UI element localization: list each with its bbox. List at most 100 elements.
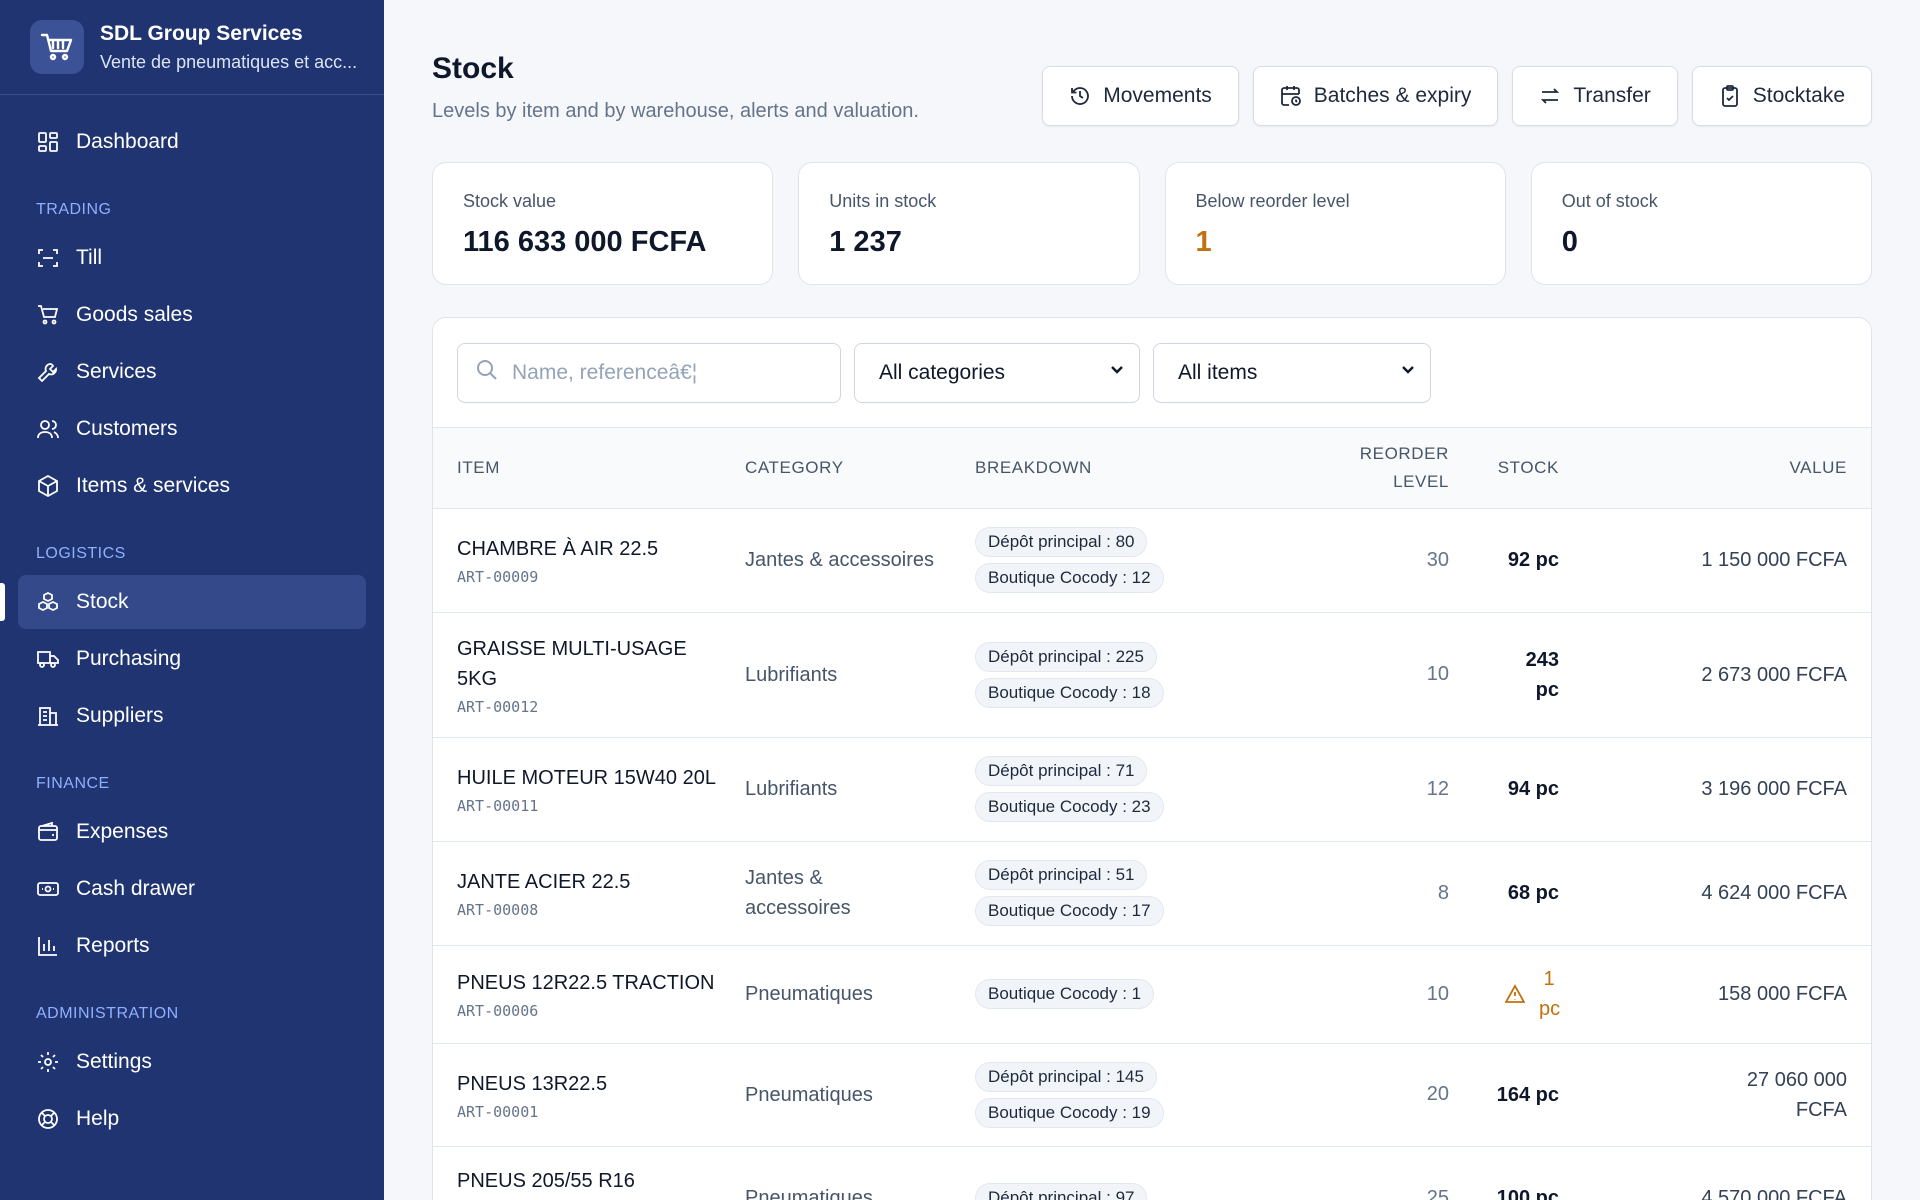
stat-value: 1 <box>1195 226 1212 258</box>
sidebar-item-label: Purchasing <box>76 647 182 670</box>
sidebar-item-dashboard[interactable]: Dashboard <box>18 115 366 169</box>
item-category: Jantes & accessoires <box>745 867 851 919</box>
sidebar-item-purchasing[interactable]: Purchasing <box>18 632 366 686</box>
warehouse-chip: Boutique Cocody : 12 <box>975 563 1164 593</box>
stock-value: 1 150 000 FCFA <box>1701 549 1847 571</box>
sidebar-item-reports[interactable]: Reports <box>18 919 366 973</box>
sidebar-item-till[interactable]: Till <box>18 231 366 285</box>
clipboard-check-icon <box>1719 85 1741 107</box>
batches-expiry-button[interactable]: Batches & expiry <box>1252 66 1499 126</box>
stock-value: 4 570 000 FCFA <box>1701 1187 1847 1200</box>
column-header-reorder-level[interactable]: REORDER LEVEL <box>1305 428 1449 508</box>
history-icon <box>1069 85 1091 107</box>
reorder-level: 25 <box>1426 1186 1449 1200</box>
section-finance: FINANCE <box>36 775 110 792</box>
brand[interactable]: SDL Group Services Vente de pneumatiques… <box>0 0 384 95</box>
item-name: CHAMBRE À AIR 22.5 <box>457 538 659 560</box>
search-input[interactable] <box>512 360 832 385</box>
sidebar-item-stock[interactable]: Stock <box>0 575 366 629</box>
sidebar-item-cash-drawer[interactable]: Cash drawer <box>18 862 366 916</box>
stat-value: 116 633 000 FCFA <box>463 226 707 258</box>
column-header-stock[interactable]: STOCK <box>1449 428 1559 508</box>
sidebar-item-label: Till <box>76 246 103 269</box>
table-row[interactable]: JANTE ACIER 22.5 ART-00008 Jantes & acces… <box>433 841 1871 945</box>
stock-quantity: 1 pc <box>1539 968 1561 1020</box>
sidebar-item-label: Items & services <box>76 474 231 497</box>
column-header-item[interactable]: ITEM <box>433 428 745 508</box>
sidebar-item-label: Stock <box>76 590 129 613</box>
search-box[interactable] <box>457 342 841 403</box>
sidebar-nav: Dashboard TRADING Till Goods sales Servi… <box>0 95 384 1146</box>
movements-button[interactable]: Movements <box>1042 66 1239 126</box>
sidebar-item-customers[interactable]: Customers <box>18 402 366 456</box>
truck-icon <box>36 647 60 671</box>
warehouse-chip: Boutique Cocody : 19 <box>975 1097 1164 1128</box>
brand-name: SDL Group Services <box>100 21 303 45</box>
category-select[interactable]: All categories <box>854 342 1140 403</box>
sidebar-item-label: Cash drawer <box>76 877 196 900</box>
stat-value: 0 <box>1561 226 1578 258</box>
lifebuoy-icon <box>36 1107 60 1131</box>
search-icon <box>476 359 498 386</box>
warehouse-chip: Boutique Cocody : 18 <box>975 677 1164 708</box>
batches-expiry-label: Batches & expiry <box>1313 84 1472 107</box>
stock-value: 158 000 FCFA <box>1718 983 1847 1005</box>
sidebar-item-help[interactable]: Help <box>18 1092 366 1146</box>
table-row[interactable]: PNEUS 13R22.5 ART-00001 Pneumatiques Dépô… <box>433 1043 1871 1146</box>
category-select-value: All categories <box>879 360 1006 384</box>
bar-chart-icon <box>36 934 60 958</box>
boxes-icon <box>36 590 60 614</box>
warning-icon <box>1505 984 1525 1004</box>
table-row[interactable]: PNEUS 205/55 R16 TOURISME Pneumatiques D… <box>433 1146 1871 1200</box>
warehouse-chip: Dépôt principal : 80 <box>975 527 1148 557</box>
sidebar-item-label: Reports <box>76 934 150 957</box>
item-category: Lubrifiants <box>745 663 838 686</box>
users-icon <box>36 417 60 441</box>
chevron-down-icon <box>1107 360 1127 386</box>
sidebar-item-label: Help <box>76 1107 120 1130</box>
table-row[interactable]: GRAISSE MULTI-USAGE 5KG ART-00012 Lubrifi… <box>433 612 1871 737</box>
table-row[interactable]: PNEUS 12R22.5 TRACTION ART-00006 Pneumati… <box>433 945 1871 1043</box>
item-name: HUILE MOTEUR 15W40 20L <box>457 767 716 789</box>
item-name: JANTE ACIER 22.5 <box>457 871 631 893</box>
sidebar-item-suppliers[interactable]: Suppliers <box>18 689 366 743</box>
sidebar-item-label: Services <box>76 360 157 383</box>
item-category: Jantes & accessoires <box>745 549 934 571</box>
table-row[interactable]: CHAMBRE À AIR 22.5 ART-00009 Jantes & acc… <box>433 508 1871 612</box>
transfer-button[interactable]: Transfer <box>1512 66 1678 126</box>
header-actions: Movements Batches & expiry Transfer Stoc… <box>1042 66 1872 126</box>
sidebar-item-label: Dashboard <box>76 130 179 153</box>
stat-label: Stock value <box>463 191 557 211</box>
cart-icon <box>36 303 60 327</box>
warehouse-chip: Dépôt principal : 97 <box>975 1183 1148 1200</box>
sidebar-item-items-services[interactable]: Items & services <box>18 459 366 513</box>
stock-quantity: 68 pc <box>1507 882 1559 904</box>
reorder-level: 12 <box>1426 777 1449 800</box>
item-name: PNEUS 13R22.5 <box>457 1072 608 1095</box>
reorder-header-line-1: REORDER <box>1359 443 1449 463</box>
stock-table: ITEM CATEGORY BREAKDOWN REORDER LEVEL ST… <box>433 428 1871 1200</box>
main-content: Stock Levels by item and by warehouse, a… <box>384 0 1920 1200</box>
section-logistics: LOGISTICS <box>36 545 126 562</box>
item-category: Pneumatiques <box>745 983 873 1005</box>
items-select[interactable]: All items <box>1153 342 1431 403</box>
section-trading: TRADING <box>36 201 112 218</box>
column-header-value[interactable]: VALUE <box>1559 428 1871 508</box>
stock-value: 2 673 000 FCFA <box>1701 663 1847 686</box>
stat-card-below-reorder: Below reorder level 1 <box>1164 162 1506 285</box>
stock-quantity: 92 pc <box>1507 549 1559 571</box>
scan-icon <box>36 246 60 270</box>
stocktake-button[interactable]: Stocktake <box>1691 66 1872 126</box>
sidebar-item-expenses[interactable]: Expenses <box>18 805 366 859</box>
column-header-category[interactable]: CATEGORY <box>745 428 975 508</box>
arrows-left-right-icon <box>1539 85 1561 107</box>
stat-label: Units in stock <box>829 191 937 211</box>
table-row[interactable]: HUILE MOTEUR 15W40 20L ART-00011 Lubrifia… <box>433 737 1871 841</box>
sidebar-item-services[interactable]: Services <box>18 345 366 399</box>
sidebar-item-label: Customers <box>76 417 178 440</box>
sidebar-item-goods-sales[interactable]: Goods sales <box>18 288 366 342</box>
warehouse-chip: Dépôt principal : 145 <box>975 1061 1157 1092</box>
warehouse-chip: Dépôt principal : 71 <box>975 756 1148 786</box>
stat-label: Out of stock <box>1561 191 1658 211</box>
sidebar-item-settings[interactable]: Settings <box>18 1035 366 1089</box>
